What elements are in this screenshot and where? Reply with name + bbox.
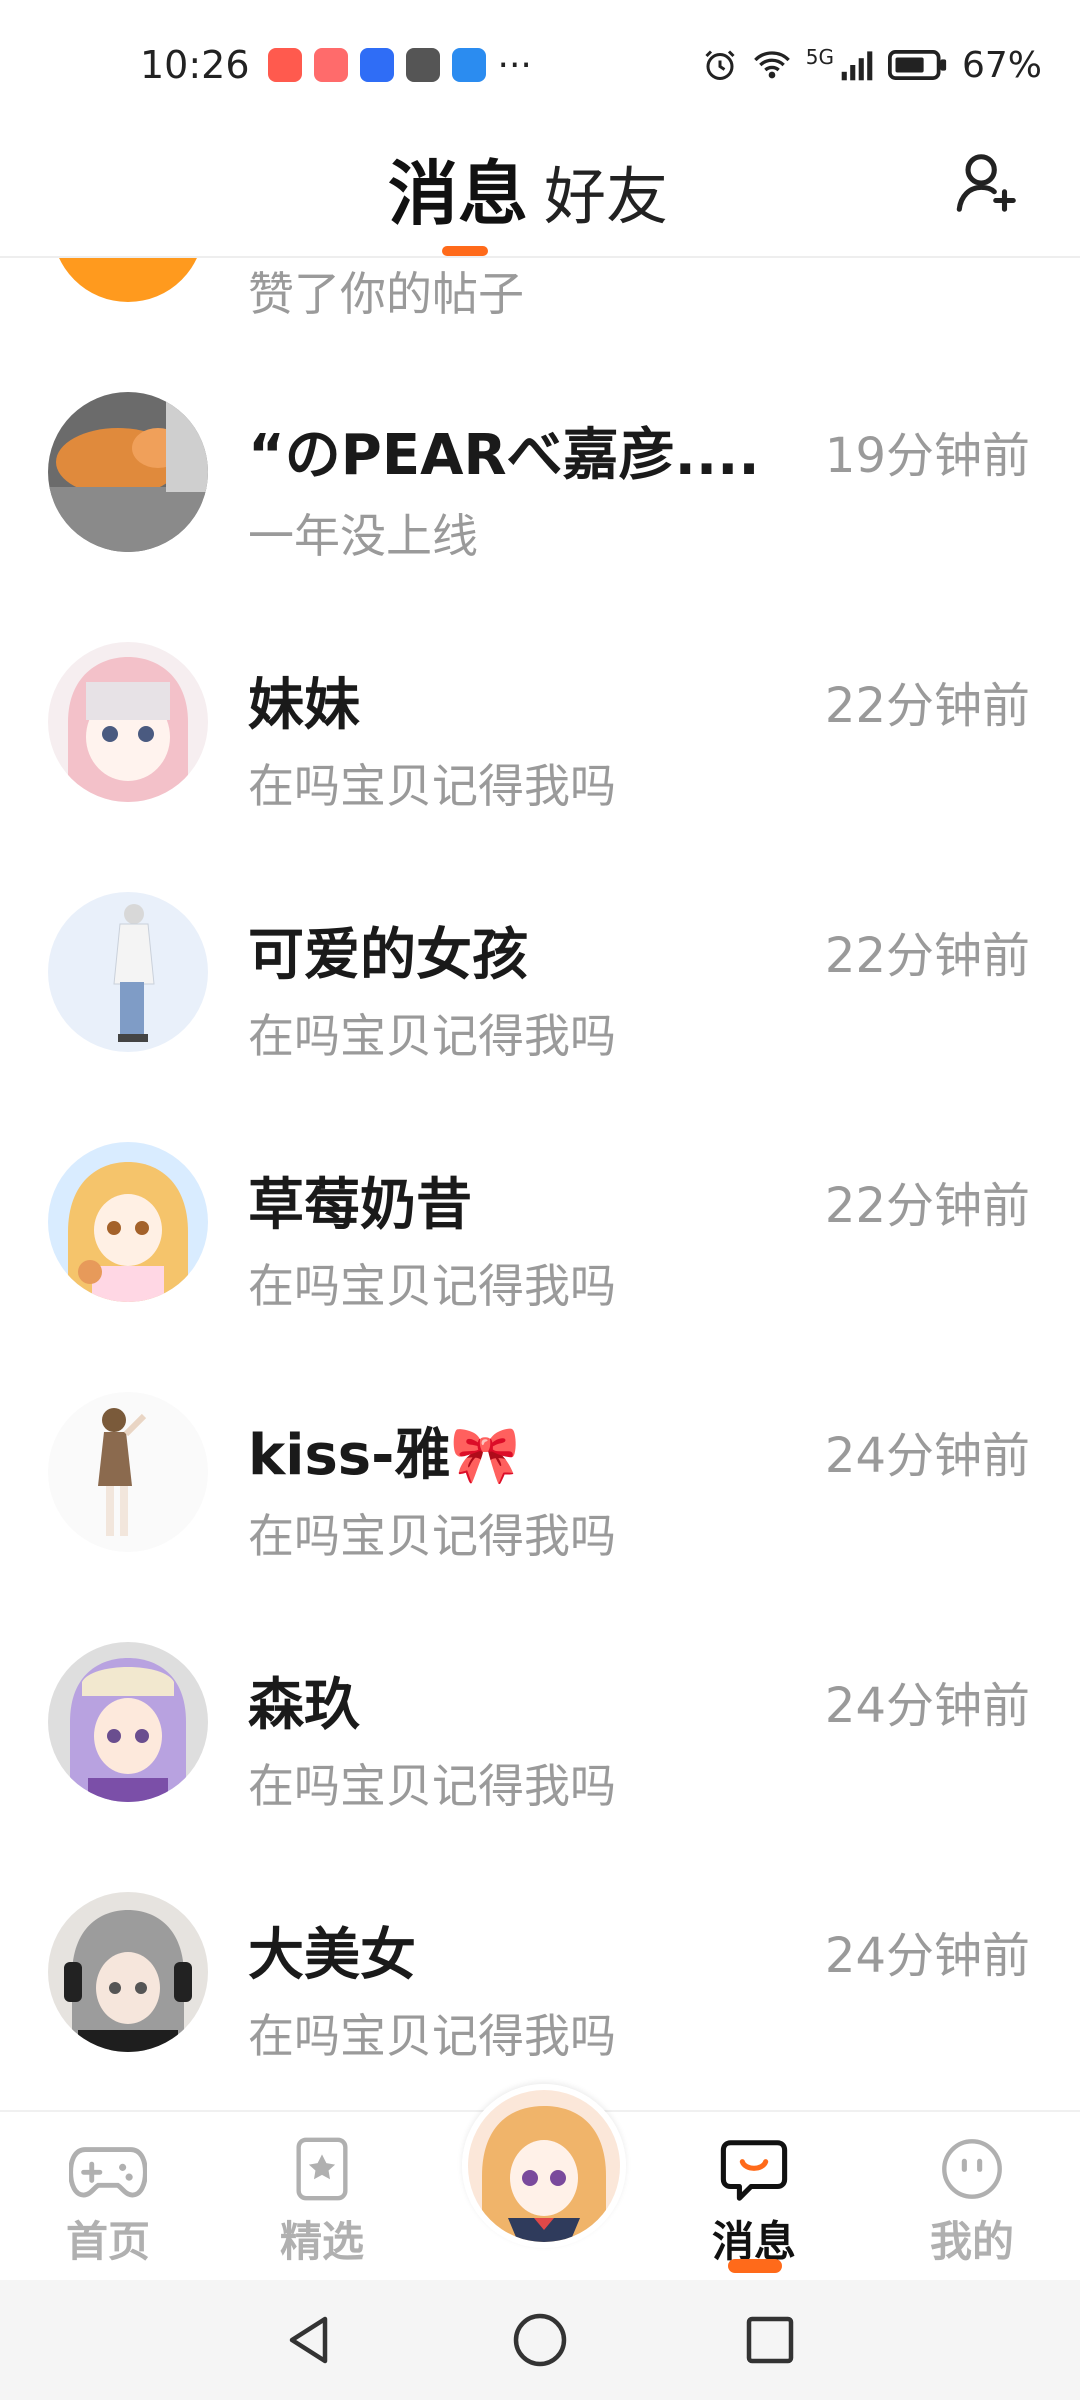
notification-tips-icon bbox=[359, 48, 394, 82]
conversation-row[interactable]: “のPEARべ嘉彦.... 19分钟前 一年没上线 bbox=[0, 392, 1080, 642]
nav-mine[interactable]: 我的 bbox=[902, 2134, 1042, 2269]
contact-name: 妹妹 bbox=[248, 673, 360, 738]
contact-name: 大美女 bbox=[248, 1923, 416, 1988]
conversation-row[interactable]: 森玖 24分钟前 在吗宝贝记得我吗 bbox=[0, 1642, 1080, 1892]
bottom-nav: 首页 精选 消息 我的 bbox=[0, 2084, 1080, 2280]
contact-name: kiss-雅🎀 bbox=[248, 1423, 521, 1488]
tab-friends[interactable]: 好友 bbox=[544, 146, 668, 236]
nav-featured-label: 精选 bbox=[279, 2217, 364, 2266]
more-notifications-icon: ··· bbox=[497, 44, 532, 86]
status-bar: 10:26 ··· 5G 67% bbox=[0, 0, 1080, 130]
system-nav-bar bbox=[0, 2280, 1080, 2400]
message-preview: 在吗宝贝记得我吗 bbox=[248, 1759, 616, 1813]
message-time: 22分钟前 bbox=[824, 1178, 1030, 1234]
contact-name: 可爱的女孩 bbox=[248, 923, 528, 988]
nav-active-indicator bbox=[728, 2259, 782, 2273]
conversation-row[interactable]: 可爱的女孩 22分钟前 在吗宝贝记得我吗 bbox=[0, 892, 1080, 1142]
nav-messages[interactable]: 消息 bbox=[684, 2134, 824, 2273]
nav-featured[interactable]: 精选 bbox=[252, 2134, 392, 2269]
avatar[interactable] bbox=[48, 642, 208, 802]
battery-percent: 67% bbox=[961, 44, 1042, 86]
notification-book-icon bbox=[313, 48, 348, 82]
add-user-icon[interactable] bbox=[952, 148, 1022, 218]
avatar[interactable] bbox=[48, 1142, 208, 1302]
contact-name: 森玖 bbox=[248, 1673, 360, 1738]
notification-app-icon bbox=[267, 48, 302, 82]
avatar[interactable] bbox=[48, 1392, 208, 1552]
status-left: 10:26 ··· bbox=[140, 43, 532, 87]
message-time: 22分钟前 bbox=[824, 678, 1030, 734]
message-time: 24分钟前 bbox=[824, 1928, 1030, 1984]
active-tab-indicator bbox=[442, 246, 488, 256]
avatar[interactable] bbox=[48, 392, 208, 552]
back-icon[interactable] bbox=[280, 2310, 340, 2370]
message-time: 24分钟前 bbox=[824, 1428, 1030, 1484]
notification-huawei-icon bbox=[405, 48, 440, 82]
conversation-list[interactable]: 赞了你的帖子 “のPEARべ嘉彦.... 19分钟前 一年没上线 妹妹 22分钟… bbox=[0, 258, 1080, 2110]
conversation-row[interactable]: 草莓奶昔 22分钟前 在吗宝贝记得我吗 bbox=[0, 1142, 1080, 1392]
conversation-row[interactable]: 妹妹 22分钟前 在吗宝贝记得我吗 bbox=[0, 642, 1080, 892]
nav-home-label: 首页 bbox=[65, 2217, 150, 2266]
center-avatar[interactable] bbox=[462, 2084, 626, 2248]
message-preview: 在吗宝贝记得我吗 bbox=[248, 1009, 616, 1063]
message-preview: 在吗宝贝记得我吗 bbox=[248, 2009, 616, 2063]
avatar[interactable] bbox=[48, 1642, 208, 1802]
contact-name: “のPEARべ嘉彦.... bbox=[248, 423, 760, 488]
message-time: 22分钟前 bbox=[824, 928, 1030, 984]
recents-square-icon[interactable] bbox=[740, 2310, 800, 2370]
status-time: 10:26 bbox=[140, 43, 250, 87]
nav-home[interactable]: 首页 bbox=[38, 2134, 178, 2269]
message-time: 24分钟前 bbox=[824, 1678, 1030, 1734]
battery-icon bbox=[887, 50, 947, 80]
message-preview: 在吗宝贝记得我吗 bbox=[248, 759, 616, 813]
avatar[interactable] bbox=[48, 1892, 208, 2052]
network-type: 5G bbox=[805, 44, 834, 69]
avatar[interactable] bbox=[52, 258, 204, 302]
home-circle-icon[interactable] bbox=[510, 2310, 570, 2370]
avatar[interactable] bbox=[48, 892, 208, 1052]
status-right: 5G 67% bbox=[702, 45, 1042, 86]
conversation-row[interactable]: 大美女 24分钟前 在吗宝贝记得我吗 bbox=[0, 1892, 1080, 2110]
star-badge-icon bbox=[296, 2137, 348, 2201]
message-preview: 一年没上线 bbox=[248, 509, 478, 563]
header: 消息 好友 bbox=[0, 130, 1080, 258]
message-time: 19分钟前 bbox=[824, 428, 1030, 484]
signal-icon bbox=[841, 51, 873, 81]
tab-messages[interactable]: 消息 bbox=[388, 138, 528, 239]
notification-weather-icon bbox=[451, 48, 486, 82]
gamepad-icon bbox=[69, 2147, 147, 2198]
face-icon bbox=[942, 2139, 1002, 2199]
chat-bubble-icon bbox=[720, 2140, 788, 2201]
contact-name: 草莓奶昔 bbox=[248, 1173, 472, 1238]
message-preview: 在吗宝贝记得我吗 bbox=[248, 1259, 616, 1313]
wifi-icon bbox=[753, 51, 790, 79]
message-preview: 在吗宝贝记得我吗 bbox=[248, 1509, 616, 1563]
alarm-icon bbox=[705, 50, 735, 80]
nav-mine-label: 我的 bbox=[929, 2217, 1014, 2266]
partial-preview: 赞了你的帖子 bbox=[248, 267, 524, 321]
conversation-row[interactable]: kiss-雅🎀 24分钟前 在吗宝贝记得我吗 bbox=[0, 1392, 1080, 1642]
